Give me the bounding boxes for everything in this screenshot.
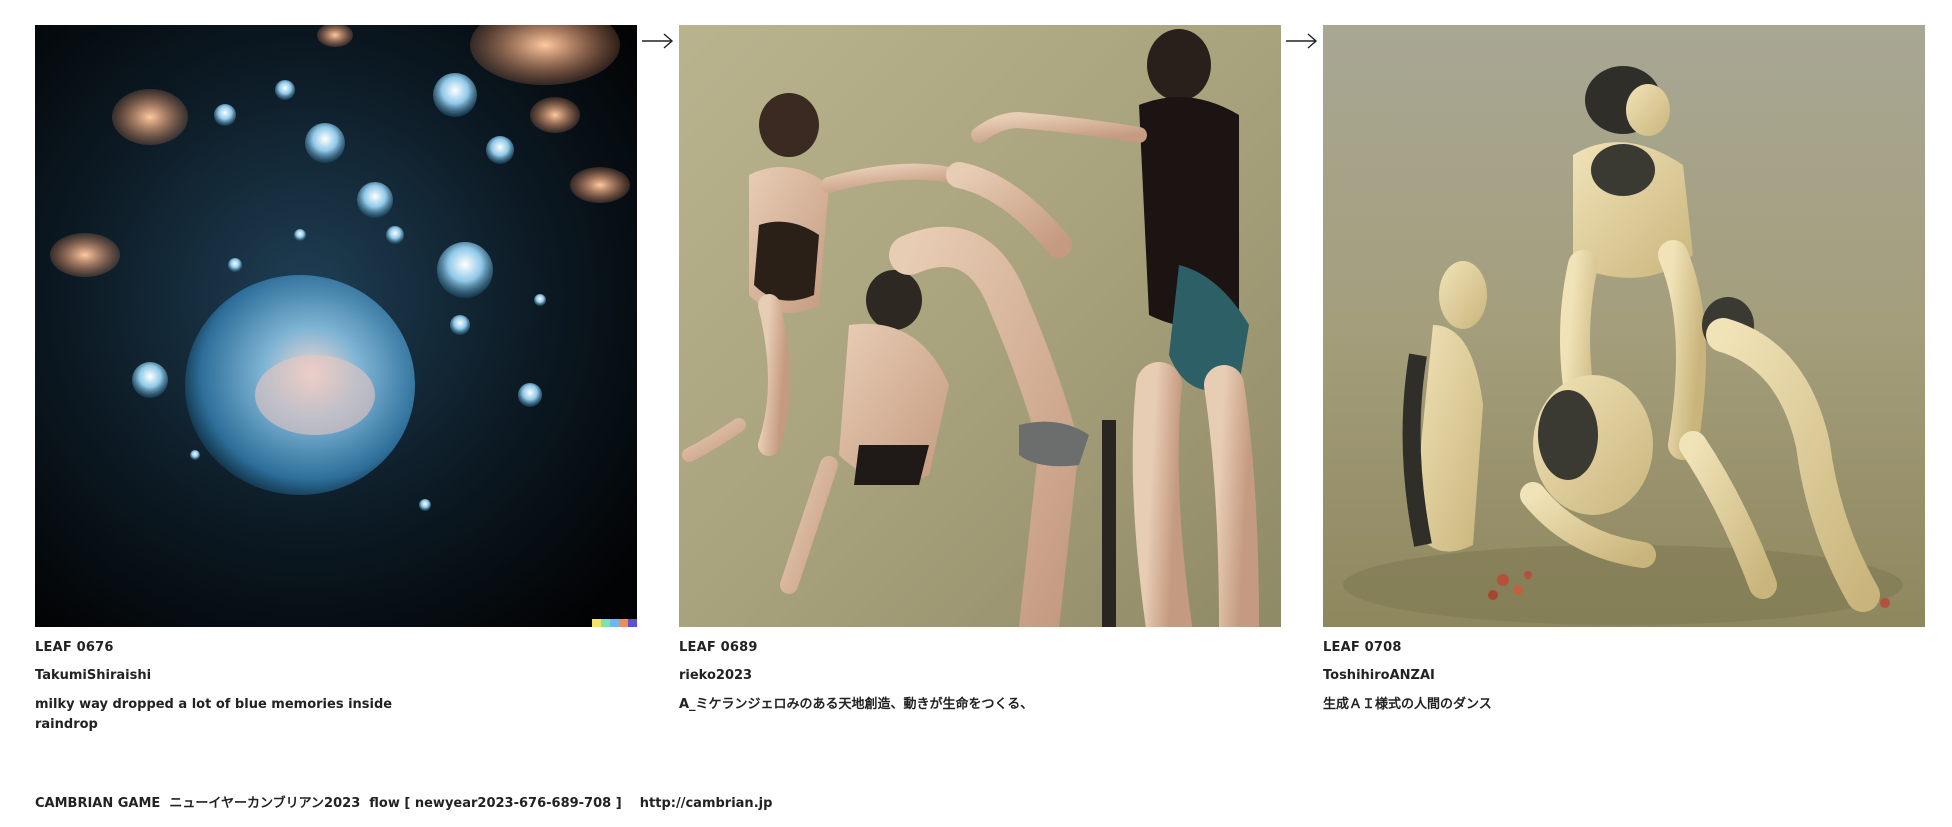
author-name[interactable]: TakumiShiraishi <box>35 667 637 684</box>
surreal-figures-image <box>1323 25 1925 627</box>
series-footer: CAMBRIAN GAME ニューイヤーカンブリアン2023 flow [ ne… <box>35 795 772 812</box>
artwork-image[interactable] <box>35 25 637 627</box>
artwork-title: A_ミケランジェロみのある天地創造、動きが生命をつくる、 <box>679 697 1034 712</box>
artwork-title: 生成ＡＩ様式の人間のダンス <box>1323 697 1492 712</box>
series-info: CAMBRIAN GAME ニューイヤーカンブリアン2023 flow [ ne… <box>35 796 622 811</box>
artwork-image[interactable] <box>1323 25 1925 627</box>
leaf-card-0676[interactable]: LEAF 0676 TakumiShiraishi milky way drop… <box>35 25 637 735</box>
dancers-image <box>679 25 1281 627</box>
site-link[interactable]: http://cambrian.jp <box>640 796 773 811</box>
artwork-image[interactable] <box>679 25 1281 627</box>
leaf-card-0689[interactable]: LEAF 0689 rieko2023 A_ミケランジェロみのある天地創造、動き… <box>679 25 1281 715</box>
arrow-right-icon <box>1286 33 1318 49</box>
arrow-right-icon <box>642 33 674 49</box>
water-droplets-image <box>35 25 637 627</box>
author-name[interactable]: rieko2023 <box>679 667 1281 684</box>
artwork-title: milky way dropped a lot of blue memories… <box>35 697 393 732</box>
leaf-number[interactable]: LEAF 0708 <box>1323 639 1925 656</box>
leaf-card-0708[interactable]: LEAF 0708 ToshihiroANZAI 生成ＡＩ様式の人間のダンス <box>1323 25 1925 715</box>
leaf-number[interactable]: LEAF 0676 <box>35 639 637 656</box>
author-name[interactable]: ToshihiroANZAI <box>1323 667 1925 684</box>
leaf-number[interactable]: LEAF 0689 <box>679 639 1281 656</box>
